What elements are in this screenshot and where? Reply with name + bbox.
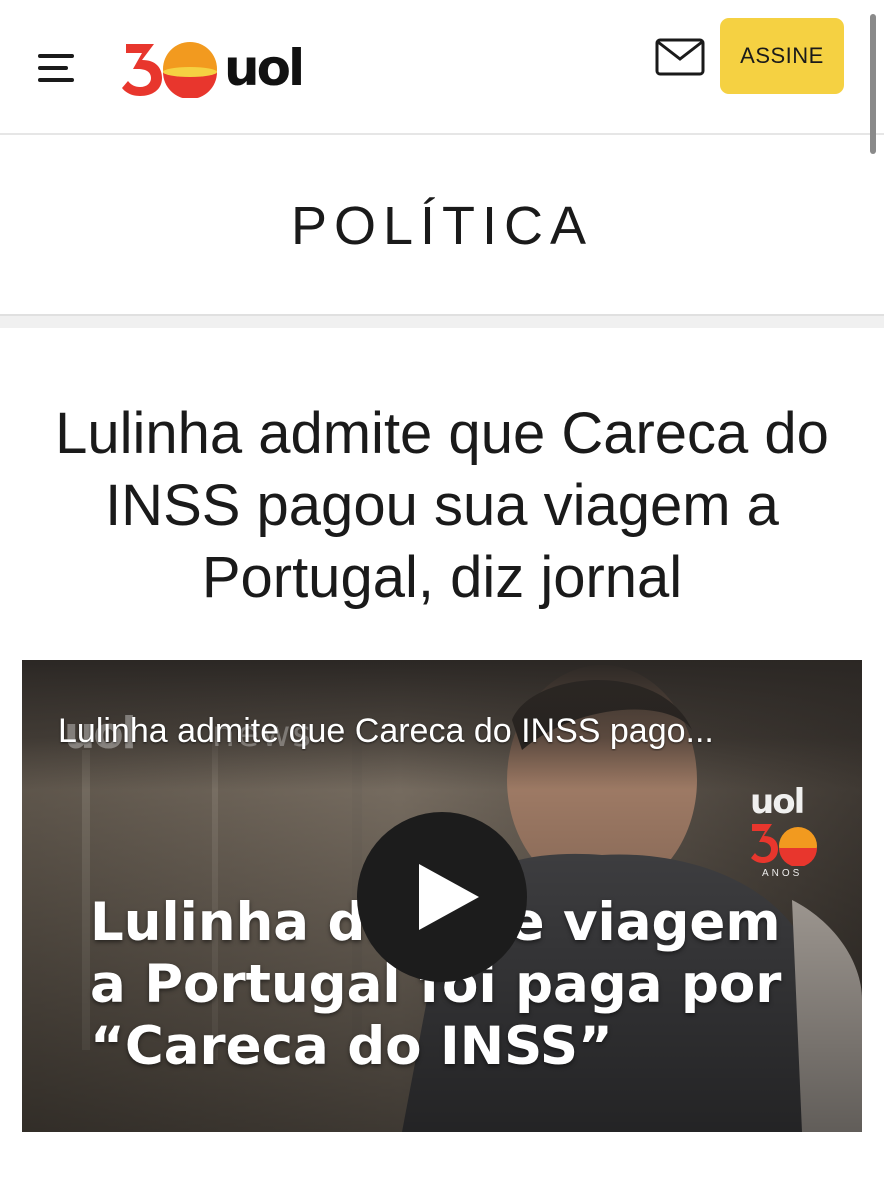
- section-title[interactable]: POLÍTICA: [291, 195, 593, 257]
- hamburger-menu-icon[interactable]: [38, 50, 80, 86]
- uol-30-anos-badge: uol ANOS: [748, 782, 820, 882]
- page-scrollbar[interactable]: [870, 14, 876, 154]
- logo-30-mark: [122, 42, 217, 98]
- badge-anos-text: ANOS: [762, 868, 803, 879]
- section-divider: [0, 314, 884, 328]
- badge-30-mark: [751, 824, 817, 866]
- video-title[interactable]: Lulinha admite que Careca do INSS pago..…: [58, 712, 848, 751]
- subscribe-button[interactable]: ASSINE: [720, 18, 844, 94]
- play-button[interactable]: [357, 812, 527, 982]
- envelope-icon[interactable]: [655, 38, 705, 76]
- video-player[interactable]: uol news Lulinha admite que Careca do IN…: [22, 660, 862, 1132]
- play-icon: [419, 864, 479, 930]
- badge-uol-text: uol: [750, 782, 805, 822]
- site-header: uol ASSINE: [0, 0, 884, 135]
- article-headline: Lulinha admite que Careca do INSS pagou …: [55, 401, 829, 610]
- logo-uol-text: uol: [224, 39, 305, 97]
- section-header: POLÍTICA: [0, 137, 884, 315]
- uol-30-logo[interactable]: uol: [120, 36, 325, 98]
